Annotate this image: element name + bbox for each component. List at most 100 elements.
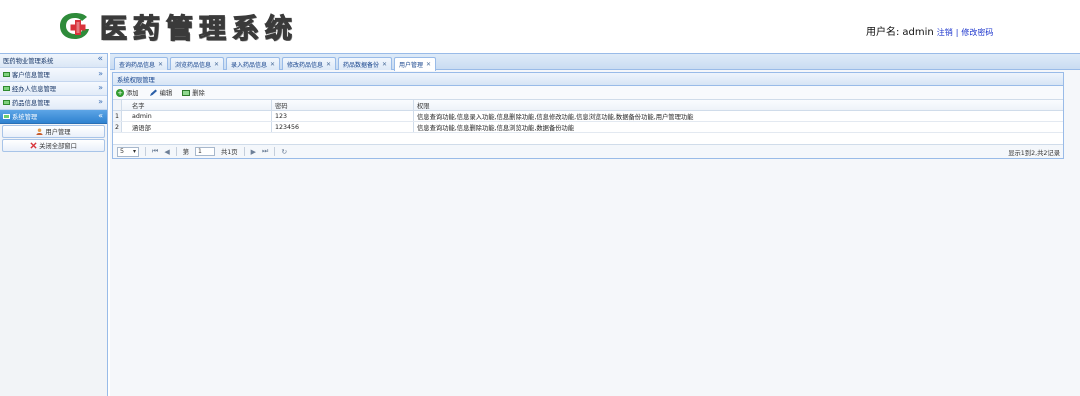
- sidebar-section-drug[interactable]: 药品信息管理 »: [0, 96, 107, 110]
- app-logo: 医药管理系统: [58, 10, 298, 45]
- last-page-icon[interactable]: ⏭: [262, 147, 268, 156]
- row-number-header: [113, 100, 122, 110]
- main-area: 查询药品信息 ✕ 浏览药品信息 ✕ 录入药品信息 ✕ 修改药品信息 ✕ 药品数据备份 ✕ …: [110, 53, 1080, 396]
- edit-button[interactable]: 编辑: [149, 88, 173, 97]
- collapse-sidebar-icon[interactable]: «: [97, 54, 103, 64]
- green-card-icon: [3, 86, 10, 91]
- sidebar-item-label: 关闭全部窗口: [39, 143, 77, 150]
- sidebar-section-label: 客户信息管理: [12, 72, 50, 79]
- pager-separator: [243, 147, 245, 156]
- column-header-name[interactable]: 名字: [122, 100, 272, 110]
- expand-chevron-icon[interactable]: »: [98, 97, 103, 106]
- sidebar-section-system[interactable]: 系统管理 «: [0, 110, 107, 124]
- sidebar-item-user-management[interactable]: 用户管理: [2, 125, 105, 138]
- close-icon[interactable]: ✕: [158, 61, 163, 68]
- page-size-value: 5: [120, 148, 125, 155]
- sidebar-title-text: 医药物业管理系统: [3, 58, 54, 65]
- sidebar-section-label: 系统管理: [12, 114, 38, 121]
- page-size-select[interactable]: 5 ▾: [117, 146, 139, 157]
- table-row[interactable]: 1 admin 123 信息查询功能,信息录入功能,信息删除功能,信息修改功能,…: [113, 111, 1063, 122]
- header-bar: 医药管理系统 用户名: admin 注销 | 修改密码: [0, 0, 1080, 52]
- sidebar-section-label: 药品信息管理: [12, 100, 50, 107]
- table-header: 名字 密码 权限: [113, 100, 1063, 111]
- close-icon[interactable]: ✕: [426, 61, 431, 68]
- page-number-input[interactable]: 1: [195, 147, 215, 156]
- close-windows-icon: [30, 142, 37, 149]
- sidebar-section-label: 经办人信息管理: [12, 86, 57, 93]
- prev-page-icon[interactable]: ◀: [164, 148, 169, 156]
- tab-label: 浏览药品信息: [175, 61, 212, 69]
- pencil-icon: [149, 89, 157, 96]
- tab-label: 录入药品信息: [231, 61, 268, 69]
- green-card-icon: [3, 72, 10, 77]
- edit-label: 编辑: [159, 90, 173, 97]
- cell-name: 涵语部: [122, 122, 272, 132]
- pager-separator: [175, 147, 177, 156]
- sidebar-section-customer[interactable]: 客户信息管理 »: [0, 68, 107, 82]
- tab-browse-drug[interactable]: 浏览药品信息 ✕: [170, 57, 225, 70]
- tab-backup-drug[interactable]: 药品数据备份 ✕: [338, 57, 393, 70]
- tab-label: 用户管理: [399, 62, 424, 69]
- change-password-link[interactable]: 修改密码: [961, 27, 993, 38]
- tab-label: 查询药品信息: [119, 61, 156, 69]
- first-page-icon[interactable]: ⏮: [152, 147, 158, 156]
- delete-label: 删除: [192, 90, 205, 97]
- add-label: 添加: [126, 90, 139, 97]
- page-label-before: 第: [182, 149, 189, 156]
- link-separator: |: [955, 28, 959, 37]
- next-page-icon[interactable]: ▶: [251, 148, 256, 156]
- toolbar: + 添加 编辑 删除: [113, 86, 1063, 100]
- close-icon[interactable]: ✕: [214, 61, 219, 68]
- user-icon: [36, 128, 43, 135]
- expand-chevron-icon[interactable]: »: [98, 69, 103, 78]
- add-icon: +: [116, 88, 124, 97]
- app-title: 医药管理系统: [99, 13, 298, 45]
- tab-user-management[interactable]: 用户管理 ✕: [394, 57, 437, 71]
- username-label: 用户名:: [866, 27, 900, 38]
- add-button[interactable]: + 添加: [116, 88, 139, 97]
- pager-info: 显示1到2,共2记录: [1008, 150, 1060, 157]
- green-card-icon: [3, 114, 10, 119]
- chevron-down-icon: ▾: [132, 148, 136, 155]
- panel-title: 系统权限管理: [113, 73, 1063, 86]
- tab-label: 药品数据备份: [343, 61, 380, 69]
- column-header-permission[interactable]: 权限: [414, 100, 1063, 110]
- permission-panel: 系统权限管理 + 添加 编辑 删除 名字 密码 权限 1 admin 123 信…: [112, 72, 1064, 159]
- refresh-icon[interactable]: ↻: [281, 148, 287, 156]
- sidebar: 医药物业管理系统 « 客户信息管理 » 经办人信息管理 » 药品信息管理 » 系…: [0, 53, 108, 396]
- username-value: admin: [902, 27, 934, 38]
- sidebar-title: 医药物业管理系统 «: [0, 54, 107, 68]
- pagination-bar: 5 ▾ ⏮ ◀ 第 1 共1页 ▶ ⏭ ↻ 显示1到2,共2记录: [113, 144, 1063, 158]
- row-number: 1: [113, 111, 122, 121]
- expand-chevron-icon[interactable]: »: [98, 83, 103, 92]
- medical-cross-logo-icon: [58, 11, 92, 41]
- cell-password: 123456: [272, 122, 414, 132]
- close-icon[interactable]: ✕: [382, 61, 387, 68]
- pager-separator: [145, 147, 146, 156]
- sidebar-item-label: 用户管理: [45, 129, 71, 136]
- cell-name: admin: [122, 111, 272, 121]
- user-info: 用户名: admin 注销 | 修改密码: [866, 23, 993, 38]
- tab-label: 修改药品信息: [287, 61, 324, 69]
- logout-link[interactable]: 注销: [937, 27, 953, 38]
- tab-query-drug[interactable]: 查询药品信息 ✕: [114, 57, 169, 70]
- cell-password: 123: [272, 111, 414, 121]
- collapse-chevron-icon[interactable]: «: [98, 111, 103, 120]
- page-total-label: 共1页: [221, 149, 238, 156]
- delete-icon: [182, 89, 191, 96]
- pager-separator: [274, 147, 276, 156]
- sidebar-item-close-all[interactable]: 关闭全部窗口: [2, 139, 105, 152]
- tabs-bar: 查询药品信息 ✕ 浏览药品信息 ✕ 录入药品信息 ✕ 修改药品信息 ✕ 药品数据备份 ✕ …: [110, 53, 1080, 71]
- tab-enter-drug[interactable]: 录入药品信息 ✕: [226, 57, 281, 70]
- green-card-icon: [3, 100, 10, 105]
- delete-button[interactable]: 删除: [182, 88, 205, 97]
- column-header-password[interactable]: 密码: [272, 100, 414, 110]
- sidebar-section-agent[interactable]: 经办人信息管理 »: [0, 82, 107, 96]
- table-row[interactable]: 2 涵语部 123456 信息查询功能,信息删除功能,信息浏览功能,数据备份功能: [113, 122, 1063, 133]
- close-icon[interactable]: ✕: [326, 61, 331, 68]
- row-number: 2: [113, 122, 122, 132]
- close-icon[interactable]: ✕: [270, 61, 275, 68]
- tab-modify-drug[interactable]: 修改药品信息 ✕: [282, 57, 337, 70]
- cell-permission: 信息查询功能,信息录入功能,信息删除功能,信息修改功能,信息浏览功能,数据备份功…: [417, 113, 694, 121]
- cell-permission: 信息查询功能,信息删除功能,信息浏览功能,数据备份功能: [417, 124, 575, 132]
